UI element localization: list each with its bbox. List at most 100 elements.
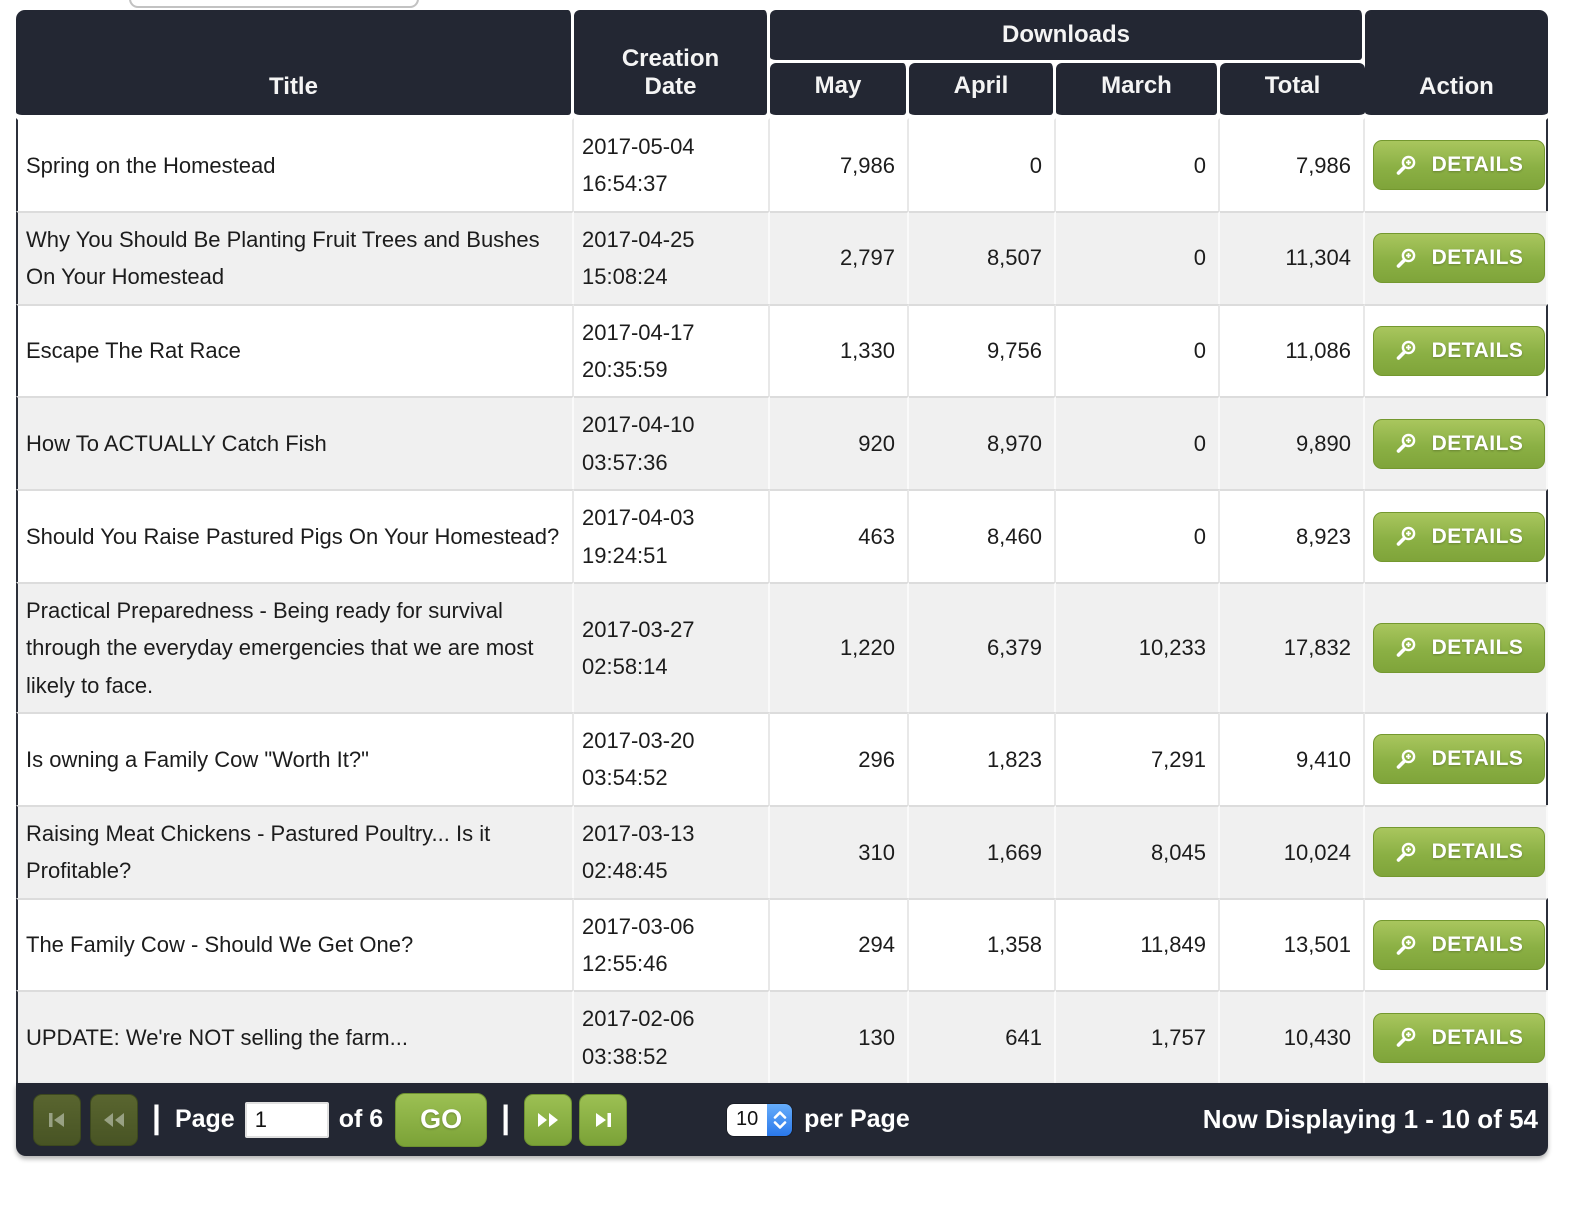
downloads-march: 10,233 xyxy=(1056,582,1220,712)
details-button[interactable]: DETAILS xyxy=(1373,827,1545,877)
details-button[interactable]: DETAILS xyxy=(1373,1013,1545,1063)
action-cell: DETAILS xyxy=(1365,211,1548,304)
downloads-total: 9,410 xyxy=(1220,712,1365,805)
downloads-april: 1,358 xyxy=(909,898,1056,991)
first-page-button[interactable] xyxy=(33,1094,81,1146)
page-number-input[interactable] xyxy=(245,1102,329,1138)
episode-title: How To ACTUALLY Catch Fish xyxy=(16,396,574,489)
next-page-button[interactable] xyxy=(524,1094,572,1146)
action-cell: DETAILS xyxy=(1365,396,1548,489)
action-cell: DETAILS xyxy=(1365,712,1548,805)
downloads-april: 1,823 xyxy=(909,712,1056,805)
downloads-may: 294 xyxy=(770,898,909,991)
details-button-label: DETAILS xyxy=(1432,933,1524,957)
creation-date: 2017-04-10 03:57:36 xyxy=(574,396,770,489)
prev-page-button[interactable] xyxy=(90,1094,138,1146)
downloads-march: 0 xyxy=(1056,396,1220,489)
downloads-march: 11,849 xyxy=(1056,898,1220,991)
last-page-button[interactable] xyxy=(579,1094,627,1146)
search-input[interactable] xyxy=(129,0,419,8)
downloads-may: 463 xyxy=(770,489,909,582)
downloads-march: 0 xyxy=(1056,211,1220,304)
table-header: Title Creation Date Downloads Action May… xyxy=(16,10,1548,118)
column-header-may[interactable]: May xyxy=(770,63,909,118)
table-row: The Family Cow - Should We Get One?2017-… xyxy=(16,898,1548,991)
downloads-total: 10,024 xyxy=(1220,805,1365,898)
go-button[interactable]: GO xyxy=(395,1093,487,1147)
displaying-status: Now Displaying 1 - 10 of 54 xyxy=(1203,1104,1538,1135)
downloads-april: 6,379 xyxy=(909,582,1056,712)
action-cell: DETAILS xyxy=(1365,805,1548,898)
details-button-label: DETAILS xyxy=(1432,1026,1524,1050)
magnifier-plus-icon xyxy=(1395,247,1418,270)
per-page-select[interactable]: 10 xyxy=(727,1104,792,1136)
downloads-total: 13,501 xyxy=(1220,898,1365,991)
details-button[interactable]: DETAILS xyxy=(1373,326,1545,376)
creation-date: 2017-04-25 15:08:24 xyxy=(574,211,770,304)
details-button-label: DETAILS xyxy=(1432,432,1524,456)
details-button-label: DETAILS xyxy=(1432,153,1524,177)
downloads-total: 10,430 xyxy=(1220,990,1365,1083)
table-row: How To ACTUALLY Catch Fish2017-04-10 03:… xyxy=(16,396,1548,489)
magnifier-plus-icon xyxy=(1395,525,1418,548)
details-button[interactable]: DETAILS xyxy=(1373,419,1545,469)
creation-date: 2017-03-06 12:55:46 xyxy=(574,898,770,991)
magnifier-plus-icon xyxy=(1395,1026,1418,1049)
downloads-march: 0 xyxy=(1056,118,1220,211)
page-total-label: of 6 xyxy=(339,1105,383,1134)
column-header-action: Action xyxy=(1365,10,1548,118)
details-button[interactable]: DETAILS xyxy=(1373,734,1545,784)
magnifier-plus-icon xyxy=(1395,934,1418,957)
up-down-stepper-icon xyxy=(767,1104,792,1136)
downloads-total: 11,304 xyxy=(1220,211,1365,304)
divider: | xyxy=(152,1099,161,1136)
action-cell: DETAILS xyxy=(1365,304,1548,397)
column-header-march[interactable]: March xyxy=(1056,63,1220,118)
table-row: Spring on the Homestead2017-05-04 16:54:… xyxy=(16,118,1548,211)
downloads-april: 9,756 xyxy=(909,304,1056,397)
table-row: Raising Meat Chickens - Pastured Poultry… xyxy=(16,805,1548,898)
downloads-april: 8,507 xyxy=(909,211,1056,304)
episode-title: Should You Raise Pastured Pigs On Your H… xyxy=(16,489,574,582)
downloads-may: 310 xyxy=(770,805,909,898)
stats-table-container: Title Creation Date Downloads Action May… xyxy=(16,10,1548,1156)
creation-date: 2017-03-13 02:48:45 xyxy=(574,805,770,898)
downloads-april: 8,970 xyxy=(909,396,1056,489)
downloads-may: 920 xyxy=(770,396,909,489)
prev-page-icon xyxy=(102,1110,126,1130)
table-row: Escape The Rat Race2017-04-17 20:35:591,… xyxy=(16,304,1548,397)
downloads-may: 2,797 xyxy=(770,211,909,304)
episode-title: Escape The Rat Race xyxy=(16,304,574,397)
episode-title: UPDATE: We're NOT selling the farm... xyxy=(16,990,574,1083)
magnifier-plus-icon xyxy=(1395,636,1418,659)
column-header-total[interactable]: Total xyxy=(1220,63,1365,118)
column-header-title[interactable]: Title xyxy=(16,10,574,118)
per-page-label: per Page xyxy=(804,1105,910,1134)
details-button[interactable]: DETAILS xyxy=(1373,623,1545,673)
magnifier-plus-icon xyxy=(1395,339,1418,362)
per-page-value: 10 xyxy=(727,1104,767,1136)
downloads-may: 1,220 xyxy=(770,582,909,712)
page-label: Page xyxy=(175,1105,235,1134)
downloads-april: 8,460 xyxy=(909,489,1056,582)
column-header-creation-date[interactable]: Creation Date xyxy=(574,10,770,118)
downloads-march: 0 xyxy=(1056,304,1220,397)
magnifier-plus-icon xyxy=(1395,748,1418,771)
first-page-icon xyxy=(46,1110,68,1130)
creation-date: 2017-03-20 03:54:52 xyxy=(574,712,770,805)
table-row: Is owning a Family Cow "Worth It?"2017-0… xyxy=(16,712,1548,805)
episode-title: Spring on the Homestead xyxy=(16,118,574,211)
downloads-total: 7,986 xyxy=(1220,118,1365,211)
column-header-april[interactable]: April xyxy=(909,63,1056,118)
downloads-may: 1,330 xyxy=(770,304,909,397)
table-row: UPDATE: We're NOT selling the farm...201… xyxy=(16,990,1548,1083)
details-button-label: DETAILS xyxy=(1432,747,1524,771)
downloads-march: 8,045 xyxy=(1056,805,1220,898)
details-button[interactable]: DETAILS xyxy=(1373,233,1545,283)
details-button[interactable]: DETAILS xyxy=(1373,140,1545,190)
creation-date: 2017-03-27 02:58:14 xyxy=(574,582,770,712)
details-button[interactable]: DETAILS xyxy=(1373,512,1545,562)
details-button[interactable]: DETAILS xyxy=(1373,920,1545,970)
column-group-downloads: Downloads xyxy=(770,10,1365,63)
divider: | xyxy=(501,1099,510,1136)
